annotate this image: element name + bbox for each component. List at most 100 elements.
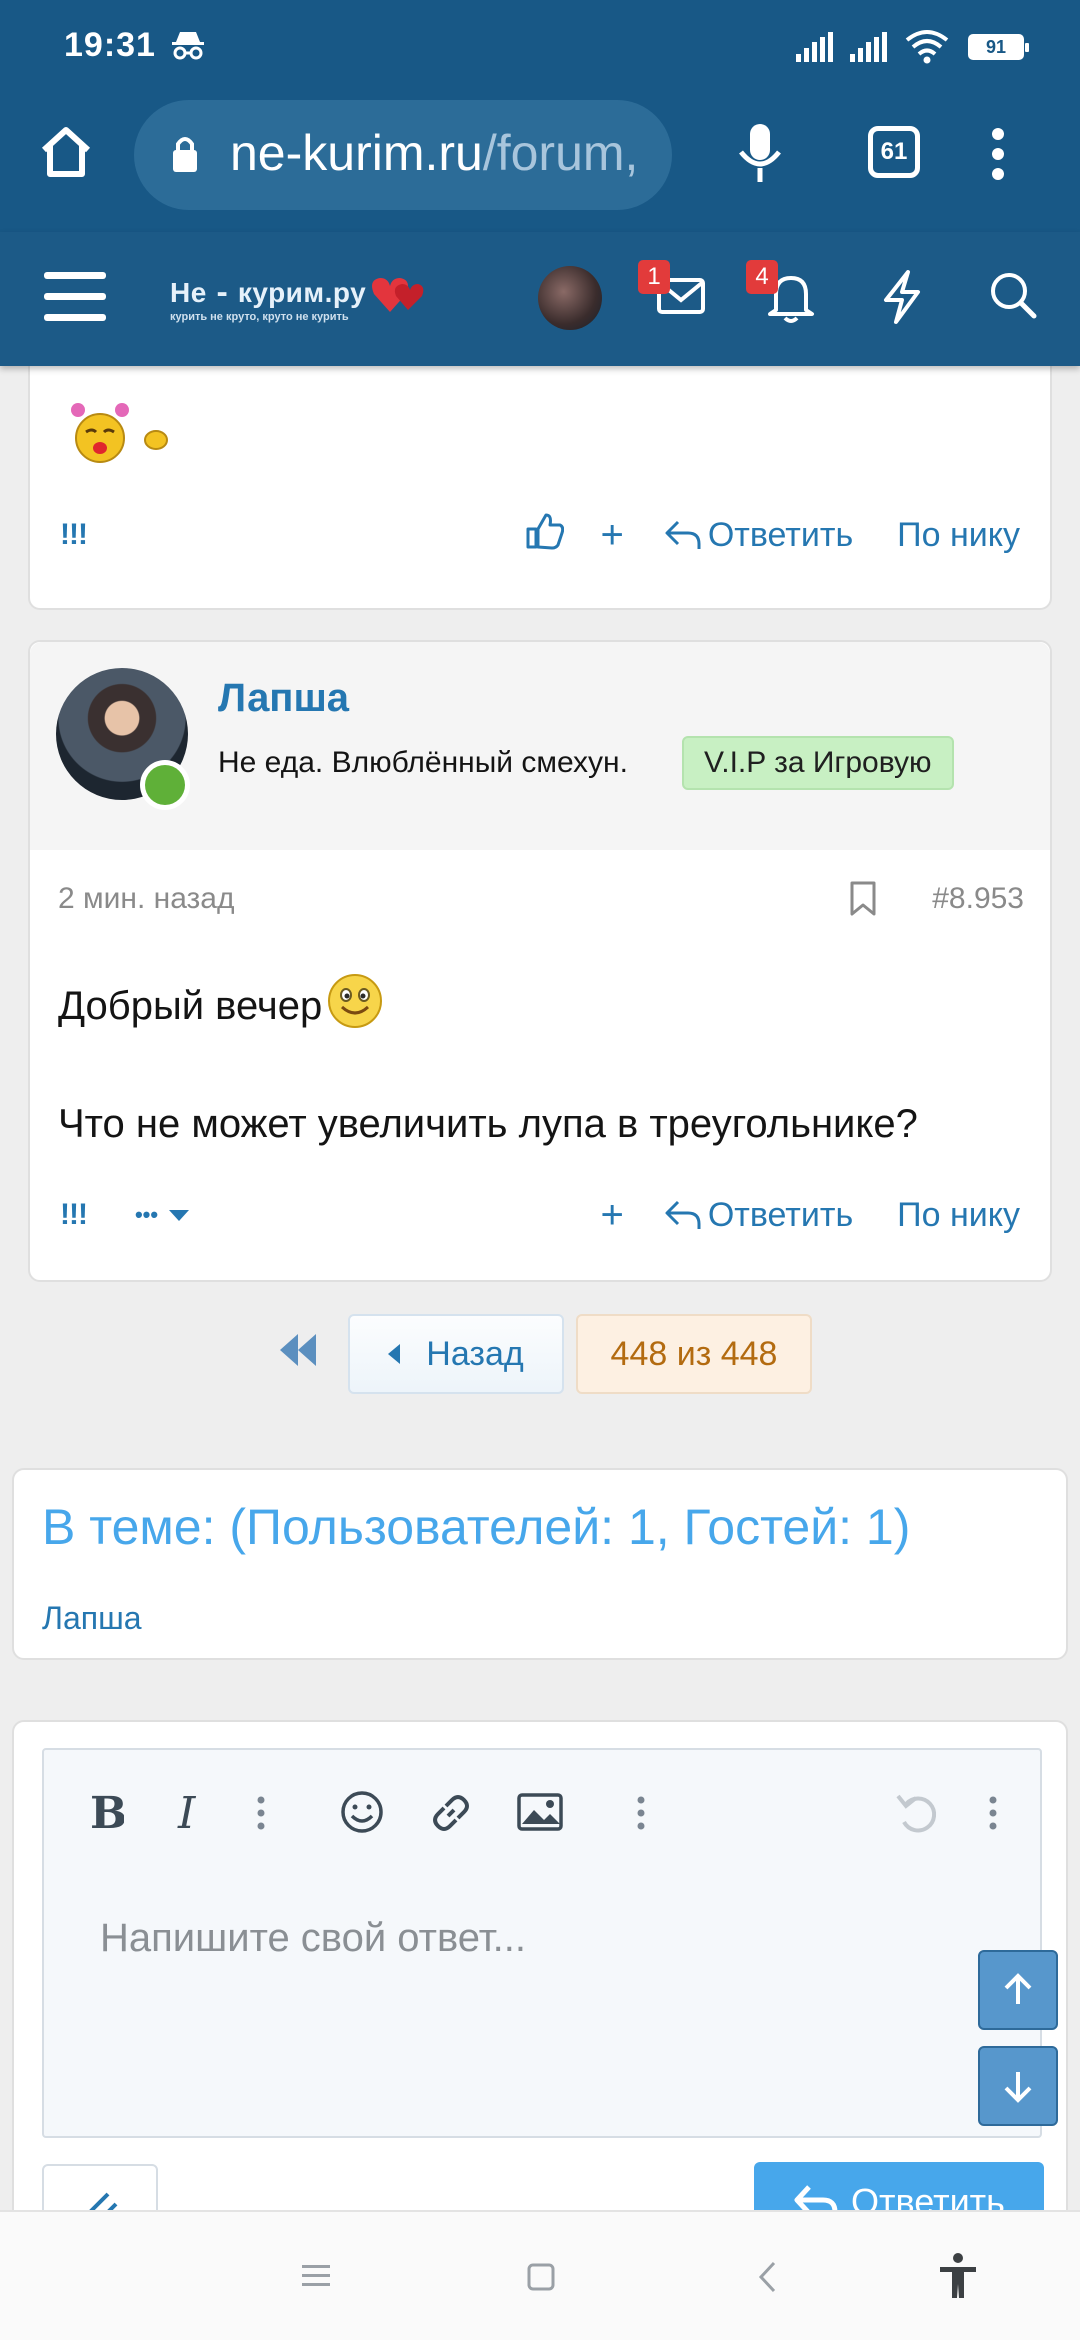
browser-menu-button[interactable] bbox=[988, 126, 1008, 187]
emoji-button[interactable] bbox=[340, 1790, 384, 1839]
plus-button[interactable]: + bbox=[600, 1193, 623, 1238]
italic-icon: I bbox=[177, 1788, 197, 1839]
battery-level: 91 bbox=[971, 37, 1021, 57]
signal-icon-2 bbox=[850, 32, 890, 67]
forum-header: Не ⁃ курим.ру курить не круто, круто не … bbox=[0, 232, 1080, 366]
home-nav-button[interactable] bbox=[526, 2262, 556, 2297]
thread-viewers-block: В теме: (Пользователей: 1, Гостей: 1) Ла… bbox=[12, 1468, 1068, 1660]
lock-icon bbox=[170, 134, 200, 179]
author-username[interactable]: Лапша bbox=[218, 676, 349, 721]
mic-button[interactable] bbox=[736, 122, 784, 191]
undo-button[interactable] bbox=[894, 1790, 942, 1843]
author-title: Не еда. Влюблённый смехун. bbox=[218, 746, 628, 779]
reply-icon bbox=[665, 520, 701, 549]
post: Лапша Не еда. Влюблённый смехун. V.I.P з… bbox=[28, 640, 1052, 1282]
current-page-indicator[interactable]: 448 из 448 bbox=[576, 1314, 812, 1394]
image-icon bbox=[517, 1793, 563, 1831]
arrow-down-icon bbox=[1004, 2072, 1032, 2103]
smile-icon bbox=[341, 1791, 383, 1833]
link-button[interactable] bbox=[428, 1790, 474, 1841]
site-logo[interactable]: Не ⁃ курим.ру курить не круто, круто не … bbox=[170, 276, 424, 323]
logo-tagline: курить не круто, круто не курить bbox=[170, 311, 349, 323]
post-text-line-2: Что не может увеличить лупа в треугольни… bbox=[58, 1102, 918, 1146]
more-editor-options-icon[interactable] bbox=[988, 1796, 998, 1835]
more-options-button[interactable]: ••• bbox=[135, 1202, 190, 1228]
plus-button[interactable]: + bbox=[600, 513, 623, 558]
back-nav-button[interactable] bbox=[756, 2260, 778, 2299]
image-button[interactable] bbox=[516, 1792, 564, 1837]
thread-viewers-title: В теме: (Пользователей: 1, Гостей: 1) bbox=[42, 1499, 911, 1555]
bold-icon: B bbox=[90, 1788, 127, 1839]
report-button[interactable]: !!! bbox=[60, 1198, 88, 1232]
smiley-kiss-icon bbox=[60, 400, 172, 469]
url-path: /forum, bbox=[482, 125, 639, 181]
post-text-line-1: Добрый вечер bbox=[58, 972, 384, 1040]
online-indicator-icon bbox=[140, 760, 190, 810]
square-icon bbox=[527, 2263, 555, 2291]
incognito-icon bbox=[170, 30, 206, 65]
scroll-up-button[interactable] bbox=[978, 1950, 1058, 2030]
hamburger-icon bbox=[44, 272, 106, 321]
reply-label: Ответить bbox=[707, 515, 854, 554]
user-avatar[interactable] bbox=[538, 266, 602, 330]
status-bar: 19:31 91 bbox=[0, 0, 1080, 96]
url-bar[interactable]: ne-kurim.ru/forum, bbox=[134, 100, 672, 210]
prev-page-button[interactable]: Назад bbox=[348, 1314, 564, 1394]
post-author-block: Лапша Не еда. Влюблённый смехун. V.I.P з… bbox=[30, 642, 1050, 850]
reply-button[interactable]: Ответить bbox=[664, 516, 853, 555]
post-actions: !!! + Ответить По нику bbox=[60, 510, 1020, 560]
more-insert-options-icon[interactable] bbox=[636, 1796, 646, 1835]
menu-button[interactable] bbox=[44, 270, 106, 329]
post-text-greeting: Добрый вечер bbox=[58, 983, 323, 1028]
logo-text: Не ⁃ курим.ру bbox=[170, 277, 367, 308]
first-page-button[interactable] bbox=[276, 1332, 320, 1376]
post-time[interactable]: 2 мин. назад bbox=[58, 882, 235, 916]
more-label: ••• bbox=[134, 1202, 159, 1227]
svg-text:B: B bbox=[90, 1790, 124, 1834]
wifi-icon bbox=[905, 28, 949, 69]
undo-icon bbox=[896, 1794, 937, 1833]
bold-button[interactable]: B bbox=[88, 1788, 127, 1839]
svg-text:I: I bbox=[177, 1790, 197, 1834]
user-banner-badge: V.I.P за Игровую bbox=[682, 736, 954, 790]
post-actions: !!! ••• + Ответить По нику bbox=[60, 1190, 1020, 1240]
double-left-icon bbox=[280, 1334, 316, 1366]
reply-placeholder: Напишите свой ответ... bbox=[100, 1916, 526, 1960]
lightning-icon bbox=[884, 270, 920, 324]
browser-toolbar: ne-kurim.ru/forum, 61 bbox=[0, 96, 1080, 232]
by-nick-button[interactable]: По нику bbox=[897, 1196, 1020, 1235]
thumbs-up-icon bbox=[526, 513, 565, 549]
search-button[interactable] bbox=[988, 270, 1038, 325]
by-nick-button[interactable]: По нику bbox=[897, 516, 1020, 555]
messages-badge: 1 bbox=[638, 260, 670, 294]
prev-page-label: Назад bbox=[426, 1334, 524, 1373]
link-icon bbox=[433, 1795, 469, 1831]
like-button[interactable] bbox=[524, 511, 565, 560]
home-button[interactable] bbox=[34, 120, 98, 184]
reply-button[interactable]: Ответить bbox=[664, 1196, 853, 1235]
battery-icon: 91 bbox=[968, 34, 1029, 60]
recents-button[interactable] bbox=[300, 2262, 332, 2295]
reply-label: Ответить bbox=[707, 1195, 854, 1234]
reply-editor[interactable]: B I Напишите свой ответ... bbox=[42, 1748, 1058, 2138]
viewer-link[interactable]: Лапша bbox=[42, 1600, 142, 1637]
italic-button[interactable]: I bbox=[176, 1788, 206, 1839]
post-number[interactable]: #8.953 bbox=[932, 882, 1024, 916]
mic-icon bbox=[739, 124, 781, 182]
accessibility-button[interactable] bbox=[936, 2252, 980, 2305]
more-text-options-icon[interactable] bbox=[256, 1796, 266, 1835]
hearts-icon bbox=[370, 272, 426, 321]
arrow-up-icon bbox=[1004, 1973, 1032, 2004]
menu-lines-icon bbox=[302, 2265, 330, 2286]
url-domain: ne-kurim.ru bbox=[230, 125, 483, 181]
smiley-icon bbox=[326, 972, 384, 1040]
caret-down-icon bbox=[169, 1210, 190, 1221]
report-button[interactable]: !!! bbox=[60, 518, 88, 552]
bookmark-icon[interactable] bbox=[848, 880, 878, 923]
alerts-badge: 4 bbox=[746, 260, 778, 294]
chevron-left-icon bbox=[758, 2261, 776, 2293]
tab-switcher-button[interactable]: 61 bbox=[868, 126, 920, 178]
whats-new-button[interactable] bbox=[880, 270, 924, 329]
url-text: ne-kurim.ru/forum, bbox=[230, 124, 638, 182]
scroll-down-button[interactable] bbox=[978, 2046, 1058, 2126]
